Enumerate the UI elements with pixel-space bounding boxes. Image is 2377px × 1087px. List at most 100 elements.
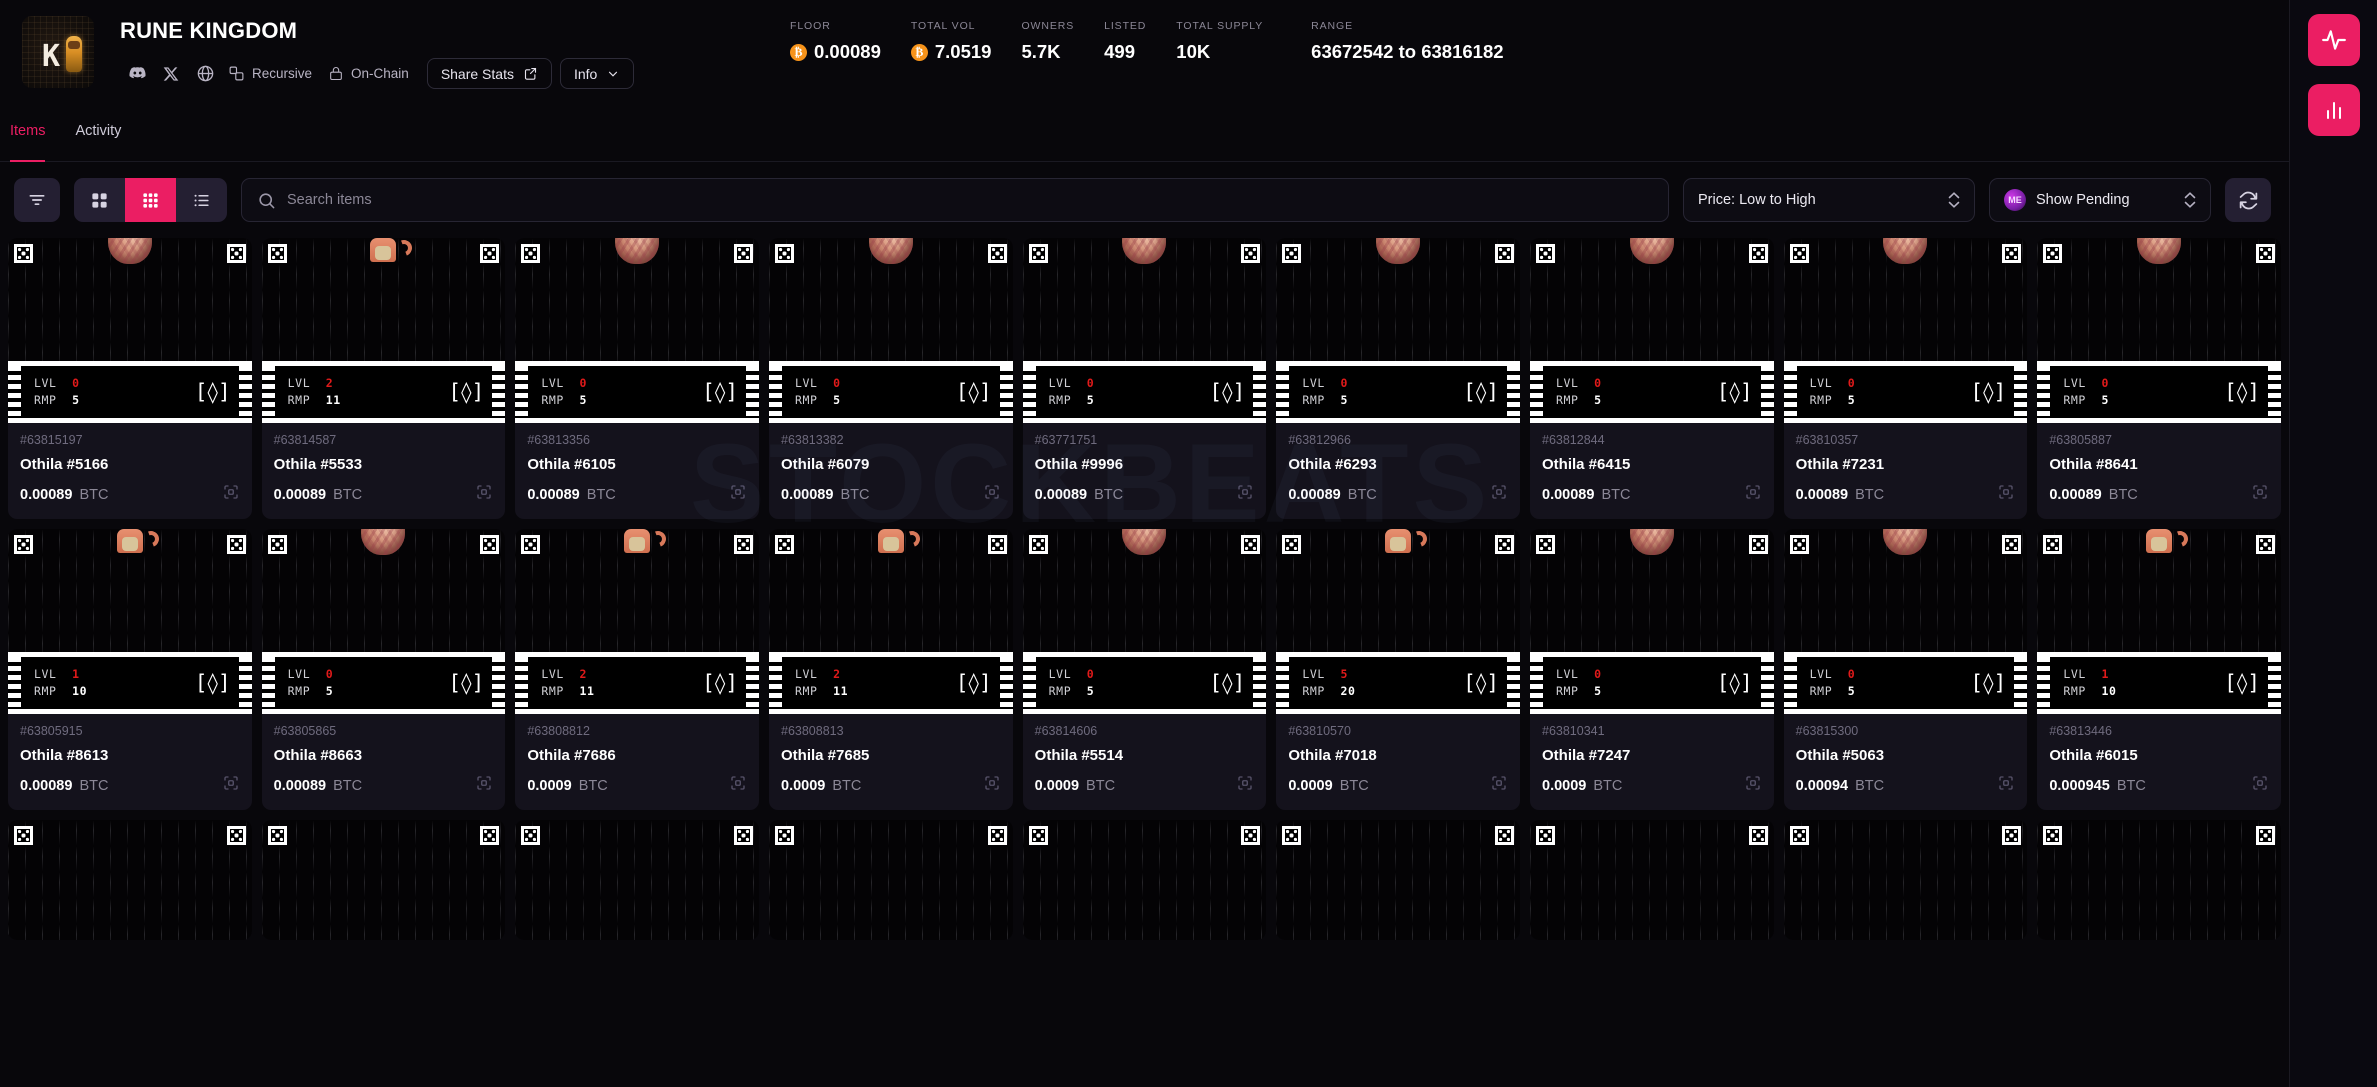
item-card[interactable]: LVL 2 RMP 11 [◊] #63808812 Othila #7686 0.000… [515,529,759,810]
card-price: 0.00089 BTC [1034,486,1124,503]
add-to-cart-icon[interactable] [2251,483,2269,506]
search-box[interactable] [241,178,1669,222]
card-inscription-id: #63810341 [1542,724,1605,738]
add-to-cart-icon[interactable] [2251,774,2269,797]
item-card[interactable]: LVL 2 RMP 11 [◊] #63808813 Othila #7685 0.000… [769,529,1013,810]
filter-toggle-button[interactable] [14,178,60,222]
rune-glyph-icon: [◊] [194,379,231,404]
info-dropdown-button[interactable]: Info [559,58,635,89]
card-artwork [2037,820,2281,940]
item-card[interactable]: LVL 0 RMP 5 [◊] #63810357 Othila #7231 0.0008… [1783,238,2028,519]
card-stat-plaque: LVL 0 RMP 5 [◊] [1530,361,1774,423]
add-to-cart-icon[interactable] [983,774,1001,797]
add-to-cart-icon[interactable] [983,483,1001,506]
list-view-button[interactable] [176,178,227,222]
add-to-cart-icon[interactable] [729,774,747,797]
grid-large-view-button[interactable] [74,178,125,222]
item-card[interactable]: LVL 0 RMP 5 [◊] #63815300 Othila #5063 0.0009… [1783,529,2028,810]
add-to-cart-icon[interactable] [1236,483,1254,506]
rune-glyph-icon: [◊] [955,670,992,695]
item-card[interactable]: LVL 0 RMP 5 [◊] #63805887 Othila #8641 0.0008… [2037,238,2281,519]
rmp-stat: RMP 5 [1048,684,1095,698]
grid-small-view-button[interactable] [125,178,176,222]
item-card[interactable] [8,820,252,940]
item-card[interactable]: LVL 0 RMP 5 [◊] #63815197 Othila #5166 0.0008… [8,238,252,519]
item-card[interactable]: LVL 0 RMP 5 [◊] #63771751 Othila #9996 0.0008… [1022,238,1267,519]
recursive-badge[interactable]: Recursive [222,65,322,82]
card-meta: #63813382 Othila #6079 0.00089 BTC [769,423,1013,519]
item-card[interactable]: LVL 1 RMP 10 [◊] #63805915 Othila #8613 0.000… [8,529,252,810]
corner-ornament-icon [1028,244,1048,263]
item-card[interactable] [1276,820,1520,940]
creature-sprite [865,529,923,553]
card-artwork: LVL 0 RMP 5 [◊] [1276,238,1520,423]
egg-sprite [868,238,913,264]
item-card[interactable]: LVL 0 RMP 5 [◊] #63814606 Othila #5514 0.0009… [1022,529,1267,810]
tab-activity[interactable]: Activity [75,124,121,161]
website-globe-icon[interactable] [188,60,222,88]
item-card[interactable]: LVL 0 RMP 5 [◊] #63812966 Othila #6293 0.0008… [1276,238,1520,519]
creature-sprite [357,238,416,262]
add-to-cart-icon[interactable] [1744,483,1762,506]
corner-ornament-icon [480,535,500,554]
creature-sprite [611,529,669,553]
card-stat-plaque: LVL 5 RMP 20 [◊] [1276,652,1520,714]
card-artwork [515,820,759,940]
chevron-updown-icon [2184,192,2196,208]
egg-sprite [1883,529,1928,555]
add-to-cart-icon[interactable] [1490,483,1508,506]
add-to-cart-icon[interactable] [475,483,493,506]
card-inscription-id: #63805915 [20,724,83,738]
x-twitter-icon[interactable] [154,60,188,88]
item-card[interactable] [261,820,506,940]
add-to-cart-icon[interactable] [222,774,240,797]
item-card[interactable]: LVL 0 RMP 5 [◊] #63812844 Othila #6415 0.0008… [1530,238,1774,519]
card-title: Othila #7685 [781,747,870,764]
corner-ornament-icon [2002,535,2022,554]
item-card[interactable] [1530,820,1774,940]
item-card[interactable]: LVL 0 RMP 5 [◊] #63813382 Othila #6079 0.0008… [769,238,1013,519]
share-stats-button[interactable]: Share Stats [426,58,552,89]
card-inscription-id: #63808813 [781,724,844,738]
corner-ornament-icon [1748,244,1768,263]
card-price: 0.00089 BTC [1288,486,1377,503]
item-card[interactable] [515,820,759,940]
chart-bars-button[interactable] [2307,84,2360,136]
search-input[interactable] [287,192,1653,208]
activity-pulse-button[interactable] [2307,14,2360,66]
grid-9-icon [143,192,158,208]
corner-ornament-icon [2043,535,2063,554]
corner-ornament-icon [267,535,287,554]
on-chain-badge[interactable]: On-Chain [322,65,419,82]
add-to-cart-icon[interactable] [1236,774,1254,797]
add-to-cart-icon[interactable] [222,483,240,506]
show-pending-dropdown[interactable]: ME Show Pending [1989,178,2211,222]
item-card[interactable] [2037,820,2281,940]
item-card[interactable] [769,820,1013,940]
level-stat: LVL 0 [34,376,80,391]
sort-dropdown[interactable]: Price: Low to High [1683,178,1975,222]
corner-ornament-icon [2043,826,2063,845]
rain-effect [769,820,1013,940]
item-card[interactable]: LVL 0 RMP 5 [◊] #63813356 Othila #6105 0.0008… [515,238,759,519]
card-inscription-id: #63812844 [1542,433,1605,447]
item-card[interactable]: LVL 1 RMP 10 [◊] #63813446 Othila #6015 0.000… [2037,529,2281,810]
item-card[interactable]: LVL 0 RMP 5 [◊] #63810341 Othila #7247 0.0009… [1530,529,1774,810]
refresh-button[interactable] [2225,178,2271,222]
add-to-cart-icon[interactable] [475,774,493,797]
add-to-cart-icon[interactable] [729,483,747,506]
item-card[interactable]: LVL 2 RMP 11 [◊] #63814587 Othila #5533 0.000… [261,238,506,519]
item-card[interactable] [1783,820,2028,940]
discord-icon[interactable] [120,60,154,88]
corner-ornament-icon [1536,244,1555,263]
item-card[interactable]: LVL 0 RMP 5 [◊] #63805865 Othila #8663 0.0008… [261,529,506,810]
add-to-cart-icon[interactable] [1490,774,1508,797]
card-stat-plaque: LVL 0 RMP 5 [◊] [1022,361,1267,423]
item-card[interactable]: LVL 5 RMP 20 [◊] #63810570 Othila #7018 0.000… [1276,529,1520,810]
item-card[interactable] [1022,820,1267,940]
add-to-cart-icon[interactable] [1997,483,2015,506]
tab-items[interactable]: Items [10,124,46,162]
add-to-cart-icon[interactable] [1997,774,2015,797]
corner-ornament-icon [226,826,246,845]
add-to-cart-icon[interactable] [1744,774,1762,797]
